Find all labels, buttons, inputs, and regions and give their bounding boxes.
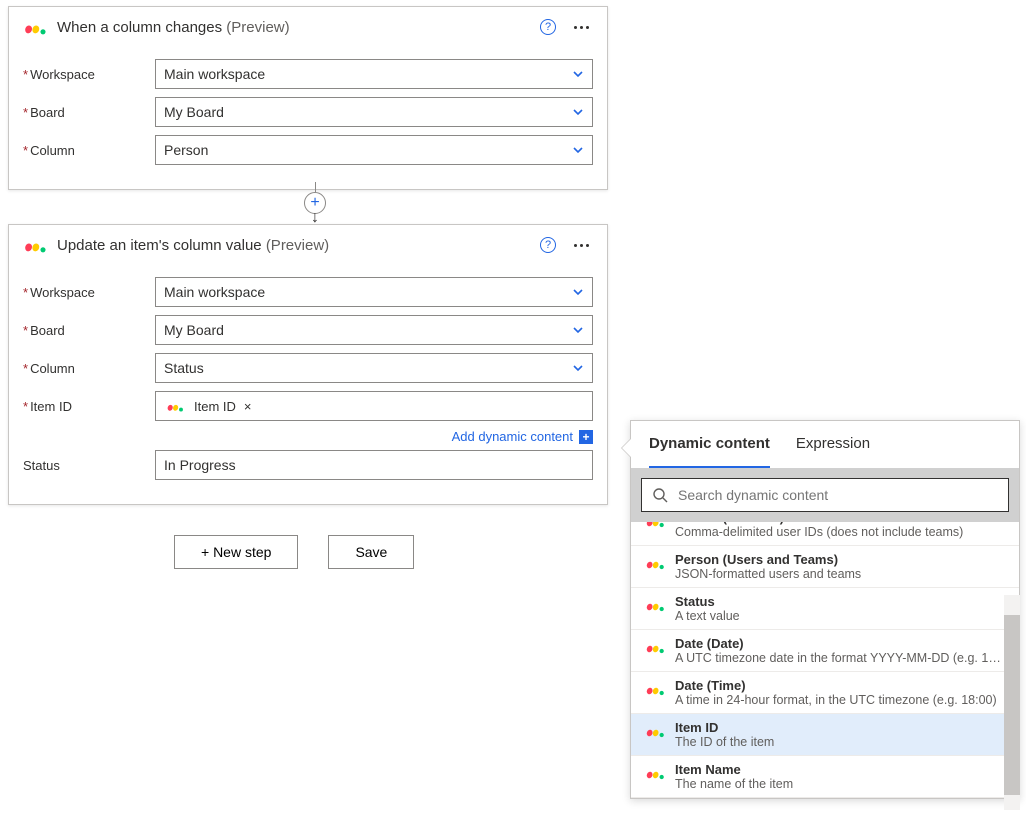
remove-token[interactable]: × (244, 399, 252, 414)
itemid-input[interactable]: Item ID × (155, 391, 593, 421)
chevron-down-icon (572, 144, 584, 156)
more-menu[interactable] (570, 22, 593, 33)
monday-icon (645, 555, 665, 571)
board-dropdown[interactable]: My Board (155, 97, 593, 127)
dc-item-name: Date (Time) (675, 678, 1005, 693)
panel-pointer (622, 439, 631, 457)
column-label: Column (23, 143, 155, 158)
action-title: Update an item's column value (Preview) (57, 237, 540, 254)
dc-item[interactable]: Date (Time)A time in 24-hour format, in … (631, 672, 1019, 714)
workspace-label: Workspace (23, 67, 155, 82)
action-header[interactable]: Update an item's column value (Preview) … (9, 225, 607, 265)
monday-icon (166, 399, 184, 413)
column-dropdown[interactable]: Status (155, 353, 593, 383)
chevron-down-icon (572, 106, 584, 118)
dc-item-desc: The name of the item (675, 777, 1005, 791)
search-input[interactable] (678, 487, 998, 503)
chevron-down-icon (572, 286, 584, 298)
monday-icon (645, 522, 665, 529)
dc-item-desc: A UTC timezone date in the format YYYY-M… (675, 651, 1005, 665)
help-icon[interactable]: ? (540, 19, 556, 35)
dc-item[interactable]: Item IDThe ID of the item (631, 714, 1019, 756)
dc-item-name: Status (675, 594, 1005, 609)
plus-icon: + (579, 430, 593, 444)
dynamic-content-list[interactable]: Person (User IDs)Comma-delimited user ID… (631, 522, 1019, 798)
dc-item-desc: Comma-delimited user IDs (does not inclu… (675, 525, 1005, 539)
dc-item[interactable]: Date (Date)A UTC timezone date in the fo… (631, 630, 1019, 672)
dc-item-name: Item ID (675, 720, 1005, 735)
more-menu[interactable] (570, 240, 593, 251)
dc-item-desc: A time in 24-hour format, in the UTC tim… (675, 693, 1005, 707)
workspace-dropdown[interactable]: Main workspace (155, 277, 593, 307)
workspace-label: Workspace (23, 285, 155, 300)
itemid-token[interactable]: Item ID × (162, 395, 256, 417)
help-icon[interactable]: ? (540, 237, 556, 253)
column-label: Column (23, 361, 155, 376)
dynamic-content-panel: Dynamic content Expression Person (User … (630, 420, 1020, 799)
search-icon (652, 487, 668, 503)
dc-item-name: Date (Date) (675, 636, 1005, 651)
chevron-down-icon (572, 324, 584, 336)
monday-icon (23, 235, 47, 255)
tab-expression[interactable]: Expression (796, 421, 870, 468)
dynamic-content-search[interactable] (641, 478, 1009, 512)
scrollbar-thumb[interactable] (1004, 615, 1020, 795)
arrow-down-icon: ↓ (311, 214, 319, 222)
monday-icon (645, 639, 665, 655)
trigger-header[interactable]: When a column changes (Preview) ? (9, 7, 607, 47)
chevron-down-icon (572, 68, 584, 80)
dc-item-name: Person (Users and Teams) (675, 552, 1005, 567)
chevron-down-icon (572, 362, 584, 374)
monday-icon (645, 723, 665, 739)
dc-item[interactable]: StatusA text value (631, 588, 1019, 630)
dc-item-desc: A text value (675, 609, 1005, 623)
status-label: Status (23, 458, 155, 473)
dc-item[interactable]: Person (User IDs)Comma-delimited user ID… (631, 522, 1019, 546)
save-button[interactable]: Save (328, 535, 414, 569)
trigger-title: When a column changes (Preview) (57, 19, 540, 36)
workspace-dropdown[interactable]: Main workspace (155, 59, 593, 89)
tab-dynamic-content[interactable]: Dynamic content (649, 421, 770, 468)
dc-item-desc: The ID of the item (675, 735, 1005, 749)
itemid-label: Item ID (23, 399, 155, 414)
dc-item-name: Item Name (675, 762, 1005, 777)
column-dropdown[interactable]: Person (155, 135, 593, 165)
dc-item-desc: JSON-formatted users and teams (675, 567, 1005, 581)
board-label: Board (23, 105, 155, 120)
add-dynamic-content[interactable]: Add dynamic content + (452, 429, 593, 444)
monday-icon (23, 17, 47, 37)
new-step-button[interactable]: + New step (174, 535, 298, 569)
monday-icon (645, 681, 665, 697)
monday-icon (645, 765, 665, 781)
connector: + ↓ (304, 182, 326, 222)
board-label: Board (23, 323, 155, 338)
board-dropdown[interactable]: My Board (155, 315, 593, 345)
monday-icon (645, 597, 665, 613)
dc-item[interactable]: Person (Users and Teams)JSON-formatted u… (631, 546, 1019, 588)
dc-item[interactable]: Item NameThe name of the item (631, 756, 1019, 798)
status-input[interactable]: In Progress (155, 450, 593, 480)
scrollbar[interactable] (1004, 595, 1020, 810)
